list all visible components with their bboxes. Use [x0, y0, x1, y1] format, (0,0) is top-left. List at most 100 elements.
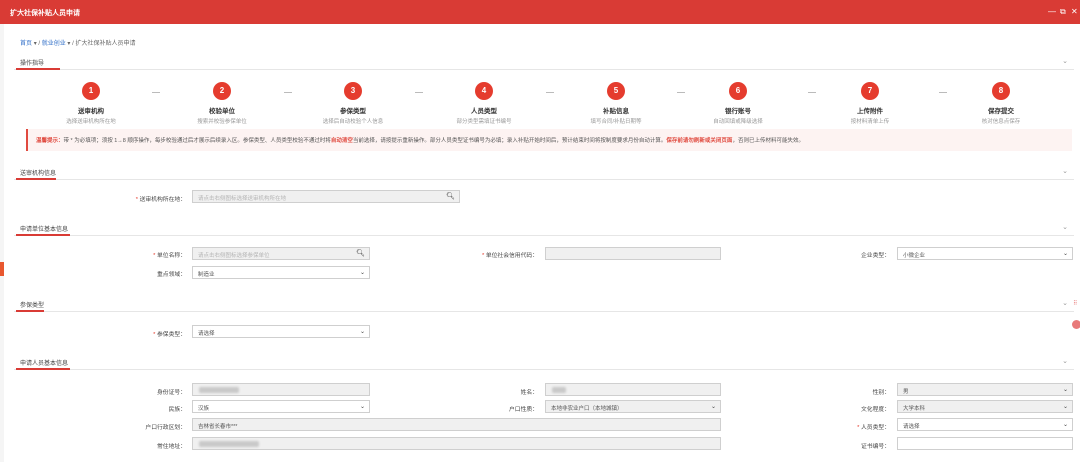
- step-number: 2: [213, 82, 231, 100]
- household-type-label: 户口性质：: [509, 407, 538, 413]
- unit-credit-code-label: * 单位社会信用代码：: [481, 253, 538, 259]
- tips-prefix: 温馨提示：: [36, 138, 64, 144]
- enterprise-type-label: 企业类型：: [861, 253, 890, 259]
- maximize-icon[interactable]: ⧉: [1060, 7, 1066, 17]
- step-8: 8 保存提交 核对信息点保存: [946, 82, 1056, 125]
- gender-label: 性别：: [872, 390, 890, 396]
- breadcrumb-sep: /: [38, 41, 41, 47]
- step-number: 5: [607, 82, 625, 100]
- education-value: 大学本科: [903, 406, 926, 412]
- person-type-label: * 人员类型：: [857, 425, 890, 431]
- unit-name-input[interactable]: 请点击右侧图标选择参保单位 🔍︎: [192, 247, 370, 260]
- enterprise-type-value: 小微企业: [903, 253, 926, 259]
- section-unit: 申请单位基本信息 ⌄: [14, 222, 1074, 236]
- sidebar-toggle-handle[interactable]: [0, 262, 4, 276]
- step-4: 4 人员类型 部分类型需填证书编号: [429, 82, 539, 125]
- close-icon[interactable]: ✕: [1071, 7, 1078, 16]
- section-underline: [16, 310, 44, 312]
- chevron-down-icon: ⌄: [710, 404, 716, 410]
- tips-part1: 带 * 为必填项；须按 1→8 顺序操作，每步校验通过后才展示后续录入区。参保类…: [63, 138, 331, 144]
- search-icon[interactable]: 🔍︎: [446, 192, 455, 200]
- enterprise-type-select[interactable]: 小微企业 ⌄: [897, 247, 1073, 260]
- name-input[interactable]: [545, 383, 721, 396]
- collapse-chevron-icon[interactable]: ⌄: [1062, 57, 1068, 65]
- collapse-chevron-icon[interactable]: ⌄: [1062, 223, 1068, 231]
- tips-highlight-1: 自动清空: [330, 138, 353, 144]
- tips-text: 温馨提示：带 * 为必填项；须按 1→8 顺序操作，每步校验通过后才展示后续录入…: [36, 136, 804, 144]
- window-titlebar: 扩大社保补贴人员申请 — ⧉ ✕: [0, 0, 1080, 24]
- collapse-chevron-icon[interactable]: ⌄: [1062, 357, 1068, 365]
- minimize-icon[interactable]: —: [1048, 7, 1056, 16]
- chevron-down-icon: ⌄: [359, 329, 365, 335]
- step-name: 校验单位: [209, 108, 235, 115]
- step-name: 银行账号: [725, 108, 751, 115]
- residence-input[interactable]: [192, 437, 721, 450]
- breadcrumb: 首页 ▾ / 就业创业 ▾ / 扩大社保补贴人员申请: [20, 38, 135, 47]
- chevron-down-icon: ▾: [33, 41, 37, 47]
- gender-value: 男: [903, 389, 909, 395]
- unit-name-label: * 单位名称：: [153, 253, 186, 259]
- step-name: 上传附件: [857, 108, 883, 115]
- person-type-value: 请选择: [903, 424, 920, 430]
- step-desc: 部分类型需填证书编号: [456, 119, 512, 125]
- step-name: 参保类型: [340, 108, 366, 115]
- household-type-select[interactable]: 本地非农业户口（本地城镇） ⌄: [545, 400, 721, 413]
- name-label: 姓名：: [520, 390, 538, 396]
- step-1: 1 送审机构 选择送审机构所在地: [36, 82, 146, 125]
- step-number: 1: [82, 82, 100, 100]
- step-name: 补贴信息: [603, 108, 629, 115]
- section-person: 申请人员基本信息 ⌄: [14, 356, 1074, 370]
- step-2: 2 校验单位 搜索并校验参保单位: [167, 82, 277, 125]
- person-type-select[interactable]: 请选择 ⌄: [897, 418, 1073, 431]
- section-underline: [16, 234, 70, 236]
- certificate-no-input[interactable]: [897, 437, 1073, 450]
- id-number-input[interactable]: [192, 383, 370, 396]
- breadcrumb-home[interactable]: 首页: [20, 41, 32, 47]
- step-desc: 自动回填或降级选择: [713, 119, 763, 125]
- step-connector: [415, 92, 423, 93]
- step-3: 3 参保类型 选择后自动校验个人信息: [298, 82, 408, 125]
- collapse-chevron-icon[interactable]: ⌄: [1062, 167, 1068, 175]
- key-field-label: 重点领域：: [157, 272, 186, 278]
- side-grid-icon[interactable]: ⠿: [1073, 300, 1077, 307]
- chevron-down-icon: ⌄: [359, 270, 365, 276]
- certificate-no-label: 证书编号：: [861, 444, 890, 450]
- section-guide: 操作指导 ⌄: [14, 56, 1074, 70]
- agency-location-label: * 送审机构所在地：: [135, 197, 186, 203]
- chevron-down-icon: ⌄: [359, 404, 365, 410]
- side-help-icon[interactable]: [1072, 320, 1080, 329]
- step-connector: [546, 92, 554, 93]
- search-icon[interactable]: 🔍︎: [356, 249, 365, 257]
- tips-highlight-2: 保存前请勿刷新或关闭页面: [666, 138, 733, 144]
- agency-location-input[interactable]: 请点击右侧图标选择送审机构所在地 🔍︎: [192, 190, 460, 203]
- step-name: 送审机构: [78, 108, 104, 115]
- key-field-select[interactable]: 制造业 ⌄: [192, 266, 370, 279]
- agency-location-placeholder: 请点击右侧图标选择送审机构所在地: [198, 196, 287, 202]
- step-desc: 填写合同/补贴日期等: [590, 119, 642, 125]
- gender-select[interactable]: 男 ⌄: [897, 383, 1073, 396]
- tips-part3: ，否则已上传材料可能失效。: [732, 138, 804, 144]
- residence-label: 常住地址：: [157, 444, 186, 450]
- breadcrumb-level1[interactable]: 就业创业: [42, 41, 66, 47]
- chevron-down-icon: ▾: [67, 41, 71, 47]
- education-label: 文化程度：: [861, 407, 890, 413]
- step-desc: 选择送审机构所在地: [66, 119, 116, 125]
- unit-name-placeholder: 请点击右侧图标选择参保单位: [198, 253, 270, 259]
- household-region-label: 户口行政区划：: [145, 425, 186, 431]
- chevron-down-icon: ⌄: [1062, 251, 1068, 257]
- ethnicity-value: 汉族: [198, 406, 210, 412]
- insurance-type-select[interactable]: 请选择 ⌄: [192, 325, 370, 338]
- step-number: 7: [861, 82, 879, 100]
- household-region-value: 吉林省长春市***: [198, 424, 238, 430]
- education-select[interactable]: 大学本科 ⌄: [897, 400, 1073, 413]
- tips-banner: 温馨提示：带 * 为必填项；须按 1→8 顺序操作，每步校验通过后才展示后续录入…: [26, 129, 1072, 151]
- unit-credit-code-input[interactable]: [545, 247, 721, 260]
- step-name: 保存提交: [988, 108, 1014, 115]
- step-name: 人员类型: [471, 108, 497, 115]
- redacted-value: [552, 387, 566, 393]
- collapse-chevron-icon[interactable]: ⌄: [1062, 299, 1068, 307]
- step-number: 4: [475, 82, 493, 100]
- section-underline: [16, 68, 60, 70]
- household-region-input[interactable]: 吉林省长春市***: [192, 418, 721, 431]
- ethnicity-select[interactable]: 汉族 ⌄: [192, 400, 370, 413]
